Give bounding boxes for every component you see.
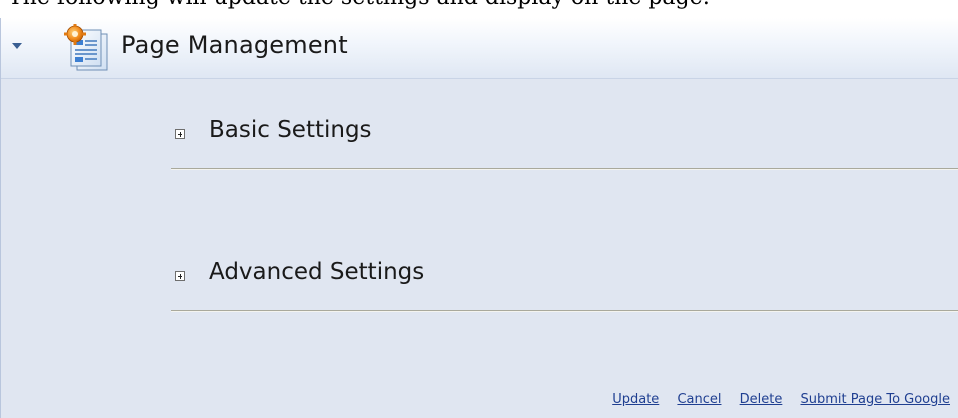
expand-plus-icon[interactable]	[175, 271, 185, 281]
cancel-link[interactable]: Cancel	[677, 392, 721, 407]
update-link[interactable]: Update	[612, 392, 659, 407]
delete-link[interactable]: Delete	[740, 392, 783, 407]
page-management-window: The following will update the settings a…	[0, 0, 958, 418]
page-settings-icon	[64, 24, 108, 71]
page-management-panel: Page Management Basic Settings Advanced …	[0, 18, 958, 418]
basic-settings-section: Basic Settings	[171, 114, 958, 174]
collapse-arrow-icon[interactable]	[12, 43, 22, 49]
advanced-settings-section: Advanced Settings	[171, 256, 958, 316]
section-divider	[171, 168, 958, 170]
submit-page-to-google-link[interactable]: Submit Page To Google	[800, 392, 950, 407]
section-divider	[171, 310, 958, 312]
clipped-text: The following will update the settings a…	[8, 0, 710, 10]
expand-plus-icon[interactable]	[175, 129, 185, 139]
panel-title: Page Management	[121, 31, 348, 59]
action-links: Update Cancel Delete Submit Page To Goog…	[598, 392, 950, 407]
basic-settings-label[interactable]: Basic Settings	[209, 117, 372, 143]
panel-header: Page Management	[1, 18, 958, 79]
advanced-settings-label[interactable]: Advanced Settings	[209, 259, 424, 285]
